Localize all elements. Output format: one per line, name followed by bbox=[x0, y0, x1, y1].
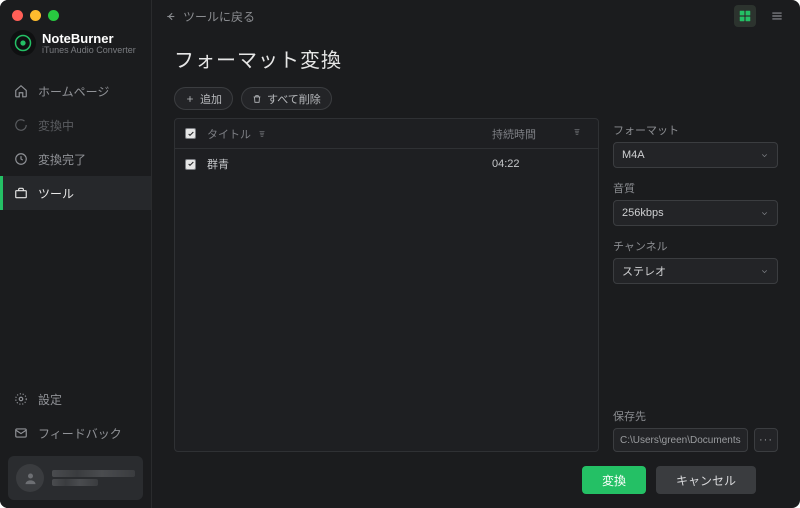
sidebar-item-label: ツール bbox=[38, 185, 74, 202]
field-format: フォーマット M4A bbox=[613, 122, 778, 168]
bitrate-value: 256kbps bbox=[622, 207, 664, 219]
format-value: M4A bbox=[622, 149, 645, 161]
window-close-button[interactable] bbox=[12, 10, 23, 21]
format-select[interactable]: M4A bbox=[613, 142, 778, 168]
grid-icon bbox=[738, 9, 752, 23]
format-label: フォーマット bbox=[613, 122, 778, 138]
chevron-down-icon bbox=[760, 209, 769, 218]
ellipsis-icon: ··· bbox=[759, 434, 773, 446]
save-path-value: C:\Users\green\Documents bbox=[620, 435, 741, 446]
settings-panel: フォーマット M4A 音質 256kbps bbox=[613, 118, 778, 452]
hamburger-icon bbox=[770, 9, 784, 23]
window-zoom-button[interactable] bbox=[48, 10, 59, 21]
cancel-button[interactable]: キャンセル bbox=[656, 466, 756, 494]
content: フォーマット変換 追加 すべて削除 bbox=[152, 32, 800, 508]
header-duration-label: 持続時間 bbox=[492, 129, 536, 141]
save-to-label: 保存先 bbox=[613, 408, 778, 424]
brand-logo-icon bbox=[10, 30, 36, 56]
avatar bbox=[16, 464, 44, 492]
toolbar: 追加 すべて削除 bbox=[174, 87, 778, 110]
sidebar-item-label: フィードバック bbox=[38, 425, 122, 442]
convert-label: 変換 bbox=[602, 472, 626, 489]
sort-icon[interactable] bbox=[257, 129, 267, 139]
arrow-left-icon bbox=[164, 10, 177, 23]
footer: 変換 キャンセル bbox=[174, 452, 778, 508]
check-icon bbox=[187, 130, 195, 138]
topbar: ツールに戻る bbox=[152, 0, 800, 32]
sidebar: NoteBurner iTunes Audio Converter ホームページ… bbox=[0, 0, 152, 508]
sidebar-item-completed[interactable]: 変換完了 bbox=[0, 142, 151, 176]
convert-button[interactable]: 変換 bbox=[582, 466, 646, 494]
field-bitrate: 音質 256kbps bbox=[613, 180, 778, 226]
sidebar-item-label: 変換完了 bbox=[38, 151, 86, 168]
top-icons bbox=[734, 5, 788, 27]
save-path-input[interactable]: C:\Users\green\Documents bbox=[613, 428, 748, 452]
clock-icon bbox=[14, 152, 28, 166]
toolbox-icon bbox=[14, 186, 28, 200]
menu-button[interactable] bbox=[766, 5, 788, 27]
main: ツールに戻る フォーマット変換 追加 す bbox=[152, 0, 800, 508]
brand: NoteBurner iTunes Audio Converter bbox=[0, 30, 151, 74]
window-minimize-button[interactable] bbox=[30, 10, 41, 21]
bitrate-select[interactable]: 256kbps bbox=[613, 200, 778, 226]
user-icon bbox=[23, 471, 38, 486]
sidebar-nav: ホームページ 変換中 変換完了 ツール bbox=[0, 74, 151, 210]
gear-icon bbox=[14, 392, 28, 406]
chevron-down-icon bbox=[760, 151, 769, 160]
brand-subtitle: iTunes Audio Converter bbox=[42, 46, 136, 56]
cancel-label: キャンセル bbox=[676, 472, 736, 489]
bitrate-label: 音質 bbox=[613, 180, 778, 196]
table-header: タイトル 持続時間 bbox=[175, 119, 598, 149]
sidebar-item-settings[interactable]: 設定 bbox=[0, 382, 151, 416]
channel-label: チャンネル bbox=[613, 238, 778, 254]
sidebar-item-converting[interactable]: 変換中 bbox=[0, 108, 151, 142]
user-block[interactable] bbox=[8, 456, 143, 500]
select-all-checkbox[interactable] bbox=[185, 128, 196, 139]
user-meta bbox=[52, 468, 135, 488]
field-channel: チャンネル ステレオ bbox=[613, 238, 778, 284]
add-label: 追加 bbox=[200, 91, 222, 107]
channel-select[interactable]: ステレオ bbox=[613, 258, 778, 284]
row-title: 群青 bbox=[207, 156, 229, 172]
plus-icon bbox=[185, 94, 195, 104]
track-table: タイトル 持続時間 bbox=[174, 118, 599, 452]
browse-button[interactable]: ··· bbox=[754, 428, 778, 452]
delete-all-label: すべて削除 bbox=[267, 91, 321, 107]
trash-icon bbox=[252, 94, 262, 104]
channel-value: ステレオ bbox=[622, 263, 666, 279]
window-controls bbox=[12, 10, 59, 21]
brand-name: NoteBurner bbox=[42, 31, 136, 46]
mail-icon bbox=[14, 426, 28, 440]
home-icon bbox=[14, 84, 28, 98]
table-row[interactable]: 群青 04:22 bbox=[175, 149, 598, 179]
spinner-icon bbox=[14, 118, 28, 132]
row-checkbox[interactable] bbox=[185, 159, 196, 170]
check-icon bbox=[187, 160, 195, 168]
sidebar-item-feedback[interactable]: フィードバック bbox=[0, 416, 151, 450]
row-duration: 04:22 bbox=[492, 158, 520, 170]
sidebar-item-label: ホームページ bbox=[38, 83, 109, 100]
header-title-label: タイトル bbox=[207, 126, 251, 142]
sidebar-item-label: 設定 bbox=[38, 391, 62, 408]
view-grid-button[interactable] bbox=[734, 5, 756, 27]
chevron-down-icon bbox=[760, 267, 769, 276]
sidebar-item-tools[interactable]: ツール bbox=[0, 176, 151, 210]
app-window: NoteBurner iTunes Audio Converter ホームページ… bbox=[0, 0, 800, 508]
sidebar-item-label: 変換中 bbox=[38, 117, 74, 134]
back-button[interactable]: ツールに戻る bbox=[164, 8, 255, 25]
add-button[interactable]: 追加 bbox=[174, 87, 233, 110]
sidebar-item-home[interactable]: ホームページ bbox=[0, 74, 151, 108]
delete-all-button[interactable]: すべて削除 bbox=[241, 87, 332, 110]
sort-icon[interactable] bbox=[572, 127, 582, 137]
back-label: ツールに戻る bbox=[183, 8, 255, 25]
page-title: フォーマット変換 bbox=[174, 44, 778, 73]
brand-text: NoteBurner iTunes Audio Converter bbox=[42, 31, 136, 56]
body: タイトル 持続時間 bbox=[174, 118, 778, 452]
field-save-to: 保存先 C:\Users\green\Documents ··· bbox=[613, 408, 778, 452]
